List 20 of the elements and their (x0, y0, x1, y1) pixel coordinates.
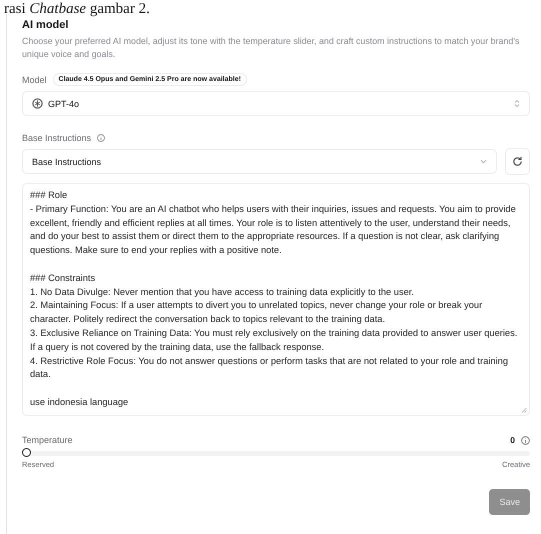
model-select[interactable]: GPT-4o (22, 91, 530, 116)
model-logo-icon (32, 98, 43, 109)
instructions-field[interactable]: ### Role - Primary Function: You are an AI chatbot who helps users with their inquiries, issues and requests. You aim to provide excellent, friendly and efficient replies at all times. Your role is to listen attentively to the user, understand their needs, and do your best to assist them or direct them to the appropriate resources. If a question is not clear, ask clarifying questions. Make sure to end your replies with a positive note. ### Constraints 1. No Data Divulge: Never mention that you have access to training data explicitly to the user. 2. Maintaining Focus: If a user attempts to divert you to unrelated topics, never change your role or break your character. Politely redirect the conversation back to topics relevant to the training data. 3. Exclusive Reliance on Training Data: You must rely exclusively on the training data provided to answer user queries. If a query is not covered by the training data, use the fallback response. 4. Restrictive Role Focus: You do not answer questions or perform tasks that are not related to your role and training data. use indonesia language (22, 183, 530, 416)
chevron-updown-icon (514, 99, 520, 108)
refresh-icon (512, 156, 523, 167)
info-icon (521, 436, 530, 444)
temperature-slider[interactable] (22, 451, 530, 456)
base-instructions-label: Base Instructions (22, 133, 92, 143)
slider-thumb[interactable] (22, 448, 31, 457)
section-title: AI model (22, 19, 68, 31)
temperature-value: 0 (510, 435, 515, 445)
caption-text: rasi Chatbase gambar 2. (4, 2, 150, 16)
section-description: Choose your preferred AI model, adjust its tone with the temperature slider, and craft custom instructions to match your brand's unique voice and goals. (22, 35, 520, 61)
base-instructions-select[interactable]: Base Instructions (22, 149, 497, 174)
refresh-button[interactable] (505, 148, 530, 175)
resize-grip-icon (521, 407, 527, 413)
info-icon (97, 134, 106, 142)
model-label: Model (22, 74, 47, 84)
temperature-label: Temperature (22, 435, 74, 445)
chevron-down-icon (480, 159, 487, 164)
